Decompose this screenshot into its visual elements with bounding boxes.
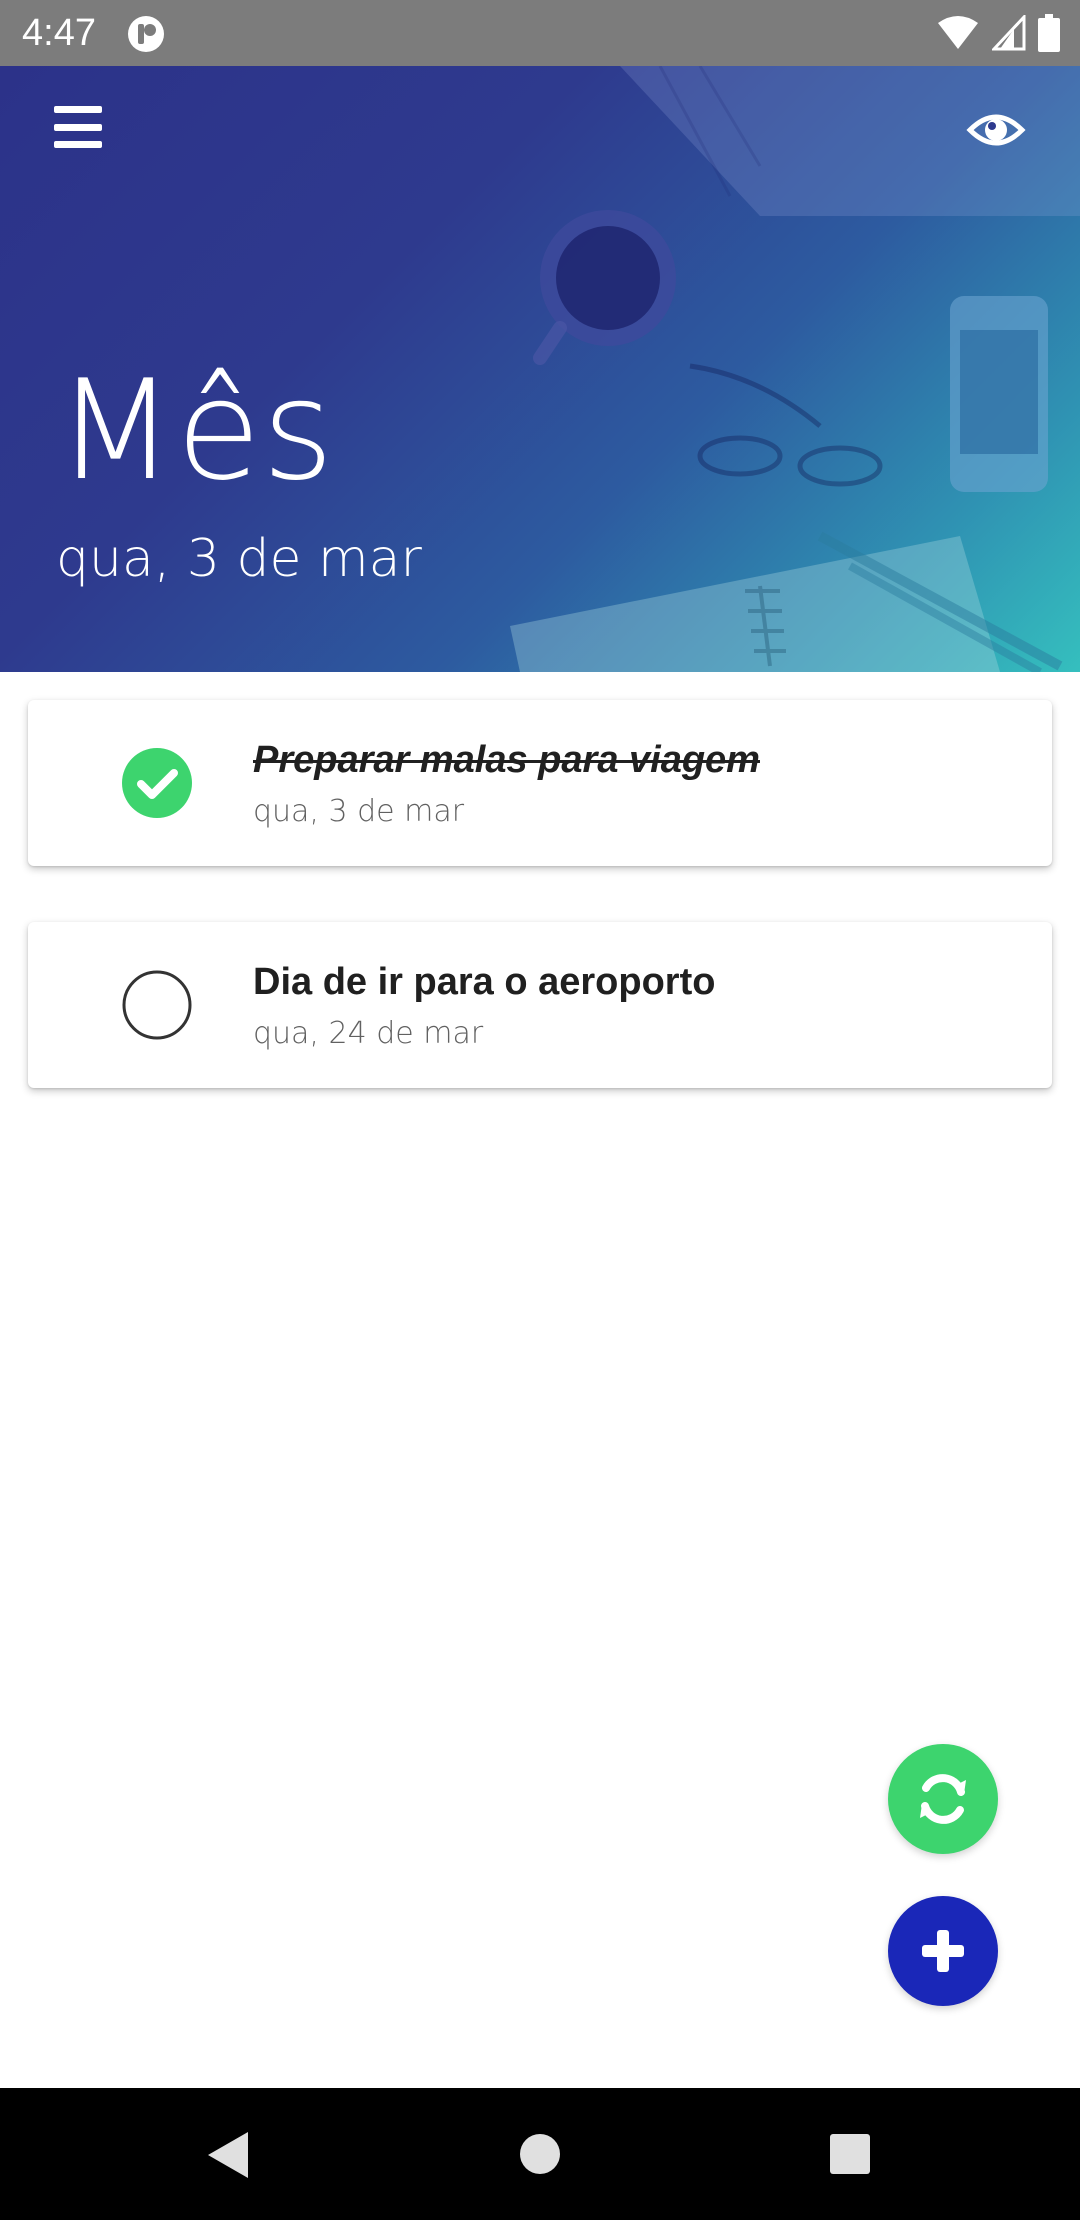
app-screen: 4:47 Mês qua, 3 de mar Preparar malas pa… bbox=[0, 0, 1080, 2220]
recents-icon[interactable] bbox=[830, 2134, 870, 2174]
hamburger-menu-line bbox=[54, 141, 102, 148]
system-navigation-bar bbox=[0, 2088, 1080, 2220]
task-card[interactable]: Dia de ir para o aeroporto qua, 24 de ma… bbox=[28, 922, 1052, 1088]
cellular-signal-icon bbox=[992, 15, 1026, 51]
status-time: 4:47 bbox=[22, 12, 96, 54]
unchecked-circle-icon[interactable] bbox=[122, 970, 192, 1040]
task-title: Dia de ir para o aeroporto bbox=[253, 961, 716, 1003]
home-icon[interactable] bbox=[520, 2134, 560, 2174]
task-card[interactable]: Preparar malas para viagem qua, 3 de mar bbox=[28, 700, 1052, 866]
header-banner: Mês qua, 3 de mar bbox=[0, 66, 1080, 672]
hamburger-menu-icon bbox=[54, 106, 102, 113]
hamburger-menu-line bbox=[54, 123, 102, 131]
page-title: Mês bbox=[56, 350, 335, 511]
task-date: qua, 3 de mar bbox=[253, 794, 465, 829]
sync-icon bbox=[920, 1774, 966, 1824]
page-subtitle-date: qua, 3 de mar bbox=[56, 529, 422, 589]
wifi-icon bbox=[938, 16, 978, 49]
eye-icon[interactable] bbox=[966, 100, 1026, 160]
task-date: qua, 24 de mar bbox=[253, 1016, 484, 1051]
back-icon[interactable] bbox=[204, 2130, 250, 2180]
app-notification-icon bbox=[128, 16, 164, 52]
menu-button[interactable] bbox=[54, 102, 104, 152]
plus-icon bbox=[922, 1930, 964, 1972]
add-task-button[interactable] bbox=[888, 1896, 998, 2006]
checked-circle-icon[interactable] bbox=[122, 748, 192, 818]
battery-icon bbox=[1038, 14, 1060, 52]
sync-button[interactable] bbox=[888, 1744, 998, 1854]
task-title: Preparar malas para viagem bbox=[253, 739, 760, 781]
status-bar: 4:47 bbox=[0, 0, 1080, 66]
status-icons bbox=[936, 12, 1060, 54]
